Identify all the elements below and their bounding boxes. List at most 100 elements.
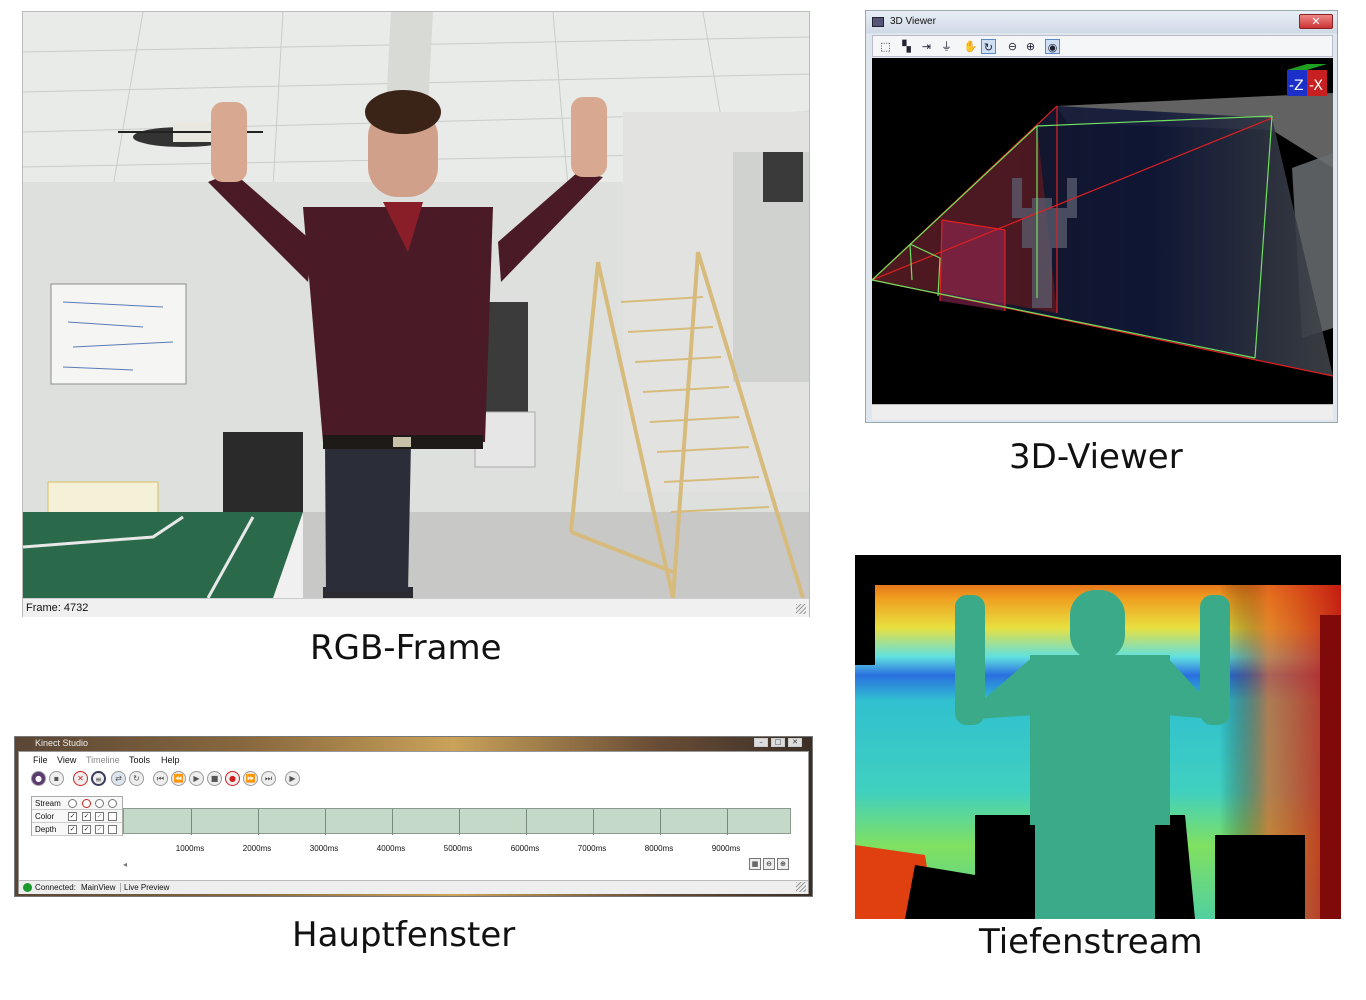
timeline-tick <box>727 809 728 835</box>
status-mode: Live Preview <box>120 883 169 892</box>
rotate-icon[interactable]: ↻ <box>981 39 996 54</box>
checkbox[interactable]: ✓ <box>95 812 104 821</box>
skip-end-icon[interactable]: ⏭ <box>261 771 276 786</box>
checkbox[interactable] <box>108 825 117 834</box>
kinect-studio-window: Kinect Studio – □ ✕ File View Timeline T… <box>14 736 813 897</box>
menu-help[interactable]: Help <box>161 755 180 765</box>
box-select-icon[interactable]: ▚ <box>899 39 914 54</box>
select-icon[interactable]: ⬚ <box>878 39 893 54</box>
zoom-out-icon[interactable]: ⊖ <box>763 858 775 870</box>
timeline-tick <box>660 809 661 835</box>
frame-counter: Frame: 4732 <box>26 602 89 614</box>
loop-icon[interactable]: ↻ <box>129 771 144 786</box>
viewer-toolbar: ⬚ ▚ ⇥ ⏚ ✋ ↻ ⊖ ⊕ ◉ <box>872 35 1333 57</box>
resize-grip-icon[interactable] <box>796 882 806 892</box>
timeline-track[interactable] <box>123 808 791 835</box>
viewer-titlebar[interactable]: 3D Viewer ✕ <box>866 11 1337 33</box>
connected-status-icon <box>23 883 32 892</box>
axis-gizmo: -Z -X <box>1287 64 1327 96</box>
menu-timeline[interactable]: Timeline <box>86 755 120 765</box>
3d-point-cloud-view[interactable]: -Z -X <box>872 58 1333 404</box>
main-window-title: Kinect Studio <box>35 738 89 748</box>
connect-icon[interactable]: ● <box>31 771 46 786</box>
stream-header: Stream <box>35 799 61 808</box>
timeline-label: 8000ms <box>644 844 674 853</box>
timeline-tick <box>325 809 326 835</box>
stream-name: Color <box>35 812 55 821</box>
rgb-frame-caption: RGB-Frame <box>310 628 502 668</box>
record-icon[interactable]: ● <box>225 771 240 786</box>
checkbox[interactable]: ✓ <box>95 825 104 834</box>
camera-view-icon[interactable]: ◉ <box>1045 39 1060 54</box>
timeline-label: 7000ms <box>577 844 607 853</box>
viewer-title: 3D Viewer <box>890 16 936 27</box>
step-forward-icon[interactable]: ⏩ <box>243 771 258 786</box>
timeline-label: 4000ms <box>376 844 406 853</box>
menu-view[interactable]: View <box>57 755 76 765</box>
3d-viewer-window: 3D Viewer ✕ ⬚ ▚ ⇥ ⏚ ✋ ↻ ⊖ ⊕ ◉ -Z -X <box>865 10 1338 423</box>
timeline-label: 6000ms <box>510 844 540 853</box>
stream-record-all-icon[interactable] <box>68 799 77 808</box>
play-icon[interactable]: ▶ <box>189 771 204 786</box>
timeline-zoom-controls: ▦ ⊖ ⊕ <box>749 858 793 871</box>
timeline-label: 3000ms <box>309 844 339 853</box>
close-button[interactable]: ✕ <box>1299 14 1333 29</box>
disconnect-icon[interactable]: ✕ <box>73 771 88 786</box>
stream-rec-icon[interactable] <box>82 799 91 808</box>
checkbox[interactable]: ✓ <box>82 825 91 834</box>
ground-icon[interactable]: ⏚ <box>939 39 954 54</box>
minimize-button[interactable]: – <box>754 738 768 747</box>
status-connected: Connected: <box>35 883 76 892</box>
viewer-app-icon <box>872 17 884 27</box>
timeline-scrollbar[interactable]: ◂ <box>123 860 743 870</box>
checkbox[interactable] <box>108 812 117 821</box>
timeline-tick <box>258 809 259 835</box>
stream-row-depth: Depth ✓ ✓ ✓ <box>32 823 122 836</box>
inject-icon[interactable]: ⇄ <box>111 771 126 786</box>
timeline-tick <box>392 809 393 835</box>
status-view: MainView <box>81 883 116 892</box>
step-back-icon[interactable]: ⏪ <box>171 771 186 786</box>
zoom-fit-icon[interactable]: ▦ <box>749 858 761 870</box>
maximize-button[interactable]: □ <box>771 738 785 747</box>
record-stream-icon[interactable]: ≡ <box>91 771 106 786</box>
stream-play2-icon[interactable] <box>108 799 117 808</box>
3d-viewer-caption: 3D-Viewer <box>1009 437 1183 477</box>
main-toolbar: ● ▪ ✕ ≡ ⇄ ↻ ⏮ ⏪ ▶ ■ ● ⏩ ⏭ ▶ <box>27 768 327 788</box>
checkbox[interactable]: ✓ <box>82 812 91 821</box>
timeline-label: 2000ms <box>242 844 272 853</box>
pan-hand-icon[interactable]: ✋ <box>963 39 978 54</box>
zoom-out-icon[interactable]: ⊖ <box>1005 39 1020 54</box>
zoom-in-icon[interactable]: ⊕ <box>1023 39 1038 54</box>
menu-tools[interactable]: Tools <box>129 755 150 765</box>
stream-row-color: Color ✓ ✓ ✓ <box>32 810 122 823</box>
stream-header-row: Stream <box>32 797 122 810</box>
stream-play-icon[interactable] <box>95 799 104 808</box>
zoom-in-icon[interactable]: ⊕ <box>777 858 789 870</box>
timeline-tick <box>459 809 460 835</box>
rgb-status-bar: Frame: 4732 <box>23 598 809 617</box>
stream-panel: Stream Color ✓ ✓ ✓ Depth ✓ ✓ ✓ <box>31 796 123 836</box>
depth-stream-image <box>855 555 1341 919</box>
main-status-bar: Connected: MainView Live Preview <box>19 880 808 894</box>
axis-x-label: -X <box>1309 78 1323 94</box>
menu-file[interactable]: File <box>33 755 48 765</box>
main-window-caption: Hauptfenster <box>292 915 516 955</box>
resize-grip-icon[interactable] <box>796 604 806 614</box>
timeline-label: 1000ms <box>175 844 205 853</box>
save-icon[interactable]: ▪ <box>49 771 64 786</box>
stop-icon[interactable]: ■ <box>207 771 222 786</box>
rgb-camera-image <box>23 12 809 598</box>
move-to-icon[interactable]: ⇥ <box>919 39 934 54</box>
skip-start-icon[interactable]: ⏮ <box>153 771 168 786</box>
viewer-bottom-bar <box>872 404 1333 420</box>
timeline-label: 9000ms <box>711 844 741 853</box>
timeline-tick <box>526 809 527 835</box>
play-end-icon[interactable]: ▶ <box>285 771 300 786</box>
close-icon: ✕ <box>1311 16 1321 28</box>
stream-name: Depth <box>35 825 57 834</box>
checkbox[interactable]: ✓ <box>68 812 77 821</box>
window-close-button[interactable]: ✕ <box>788 738 802 747</box>
checkbox[interactable]: ✓ <box>68 825 77 834</box>
axis-z-label: -Z <box>1289 78 1304 94</box>
